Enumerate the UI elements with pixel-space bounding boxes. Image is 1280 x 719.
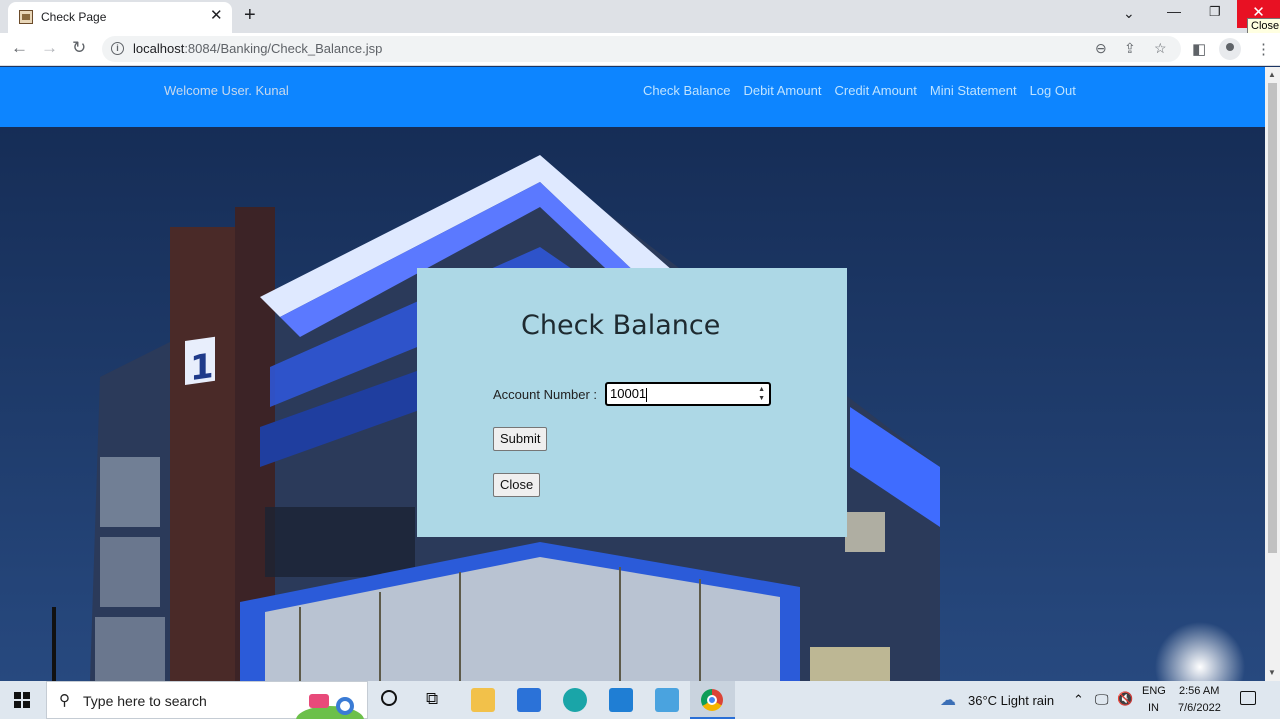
scroll-thumb[interactable] <box>1268 83 1277 553</box>
windows-taskbar: ⚲ Type here to search ⧉ ☁ 36°C Light rai… <box>0 681 1280 719</box>
search-placeholder: Type here to search <box>83 693 207 709</box>
zoom-icon[interactable]: ⊖ <box>1095 40 1107 57</box>
account-number-label: Account Number : <box>493 387 598 402</box>
nav-debit-amount-link[interactable]: Debit Amount <box>743 83 821 98</box>
profile-avatar-icon[interactable] <box>1219 38 1241 60</box>
svg-text:1: 1 <box>190 346 214 389</box>
edge-browser-icon[interactable] <box>563 688 587 712</box>
bookmark-star-icon[interactable]: ☆ <box>1154 40 1167 57</box>
browser-toolbar: ← → ↻ i localhost:8084/Banking/Check_Bal… <box>0 33 1280 66</box>
close-button[interactable]: Close <box>493 473 541 497</box>
forward-arrow-icon[interactable]: → <box>41 38 58 58</box>
account-number-input[interactable]: 10001 ▲ ▼ <box>605 382 771 406</box>
windows-start-icon[interactable] <box>14 692 30 708</box>
weather-text[interactable]: 36°C Light rain <box>968 693 1054 708</box>
virtualbox-icon[interactable] <box>655 688 679 712</box>
nav-log-out-link[interactable]: Log Out <box>1030 83 1076 98</box>
network-icon[interactable]: 🖵 <box>1095 691 1109 708</box>
tray-expand-chevron-icon[interactable]: ⌃ <box>1073 692 1084 708</box>
clock-time[interactable]: 2:56 AM <box>1179 685 1219 697</box>
nav-credit-amount-link[interactable]: Credit Amount <box>835 83 917 98</box>
chrome-icon-center <box>707 695 717 705</box>
restore-window-button[interactable]: ❐ <box>1209 4 1221 20</box>
microsoft-store-icon[interactable] <box>517 688 541 712</box>
address-bar[interactable]: i localhost:8084/Banking/Check_Balance.j… <box>102 36 1181 62</box>
url-text[interactable]: localhost:8084/Banking/Check_Balance.jsp <box>133 41 382 56</box>
card-title: Check Balance <box>521 310 721 341</box>
scroll-down-arrow-icon[interactable]: ▼ <box>1268 668 1276 677</box>
clock-date[interactable]: 7/6/2022 <box>1178 702 1221 714</box>
file-explorer-icon[interactable] <box>471 688 495 712</box>
tab-close-icon[interactable]: ✕ <box>210 8 223 24</box>
page-viewport: 1 Welcome User. Kunal Check Balance Debi… <box>0 67 1265 681</box>
browser-tab[interactable]: Check Page ✕ <box>8 2 232 33</box>
tab-title: Check Page <box>41 10 107 24</box>
site-info-icon[interactable]: i <box>111 42 124 55</box>
close-tooltip: Close <box>1247 18 1280 34</box>
menu-kebab-icon[interactable]: ⋮ <box>1256 40 1271 58</box>
tab-search-chevron-icon[interactable]: ⌄ <box>1123 5 1135 22</box>
browser-tab-bar: Check Page ✕ + ⌄ — ❐ ✕ Close <box>0 0 1280 34</box>
check-balance-card: Check Balance Account Number : 10001 ▲ ▼ … <box>417 268 847 537</box>
new-tab-button[interactable]: + <box>244 4 256 27</box>
number-spinner[interactable]: ▲ ▼ <box>758 385 765 403</box>
submit-button[interactable]: Submit <box>493 427 548 451</box>
side-panel-icon[interactable]: ◧ <box>1192 40 1206 58</box>
text-caret <box>646 387 648 402</box>
taskbar-search-box[interactable]: ⚲ Type here to search <box>46 681 368 719</box>
minimize-window-button[interactable]: — <box>1167 3 1181 19</box>
mail-icon[interactable] <box>609 688 633 712</box>
nav-links: Check Balance Debit Amount Credit Amount… <box>643 83 1076 98</box>
account-number-value: 10001 <box>610 386 647 401</box>
nav-mini-statement-link[interactable]: Mini Statement <box>930 83 1017 98</box>
task-view-icon[interactable]: ⧉ <box>426 689 438 709</box>
notification-center-icon[interactable] <box>1240 691 1256 705</box>
back-arrow-icon[interactable]: ← <box>11 38 28 58</box>
language-bottom[interactable]: IN <box>1148 702 1159 714</box>
language-top[interactable]: ENG <box>1142 685 1166 697</box>
page-favicon-icon <box>19 10 33 24</box>
search-highlight-icon <box>296 694 364 719</box>
share-icon[interactable]: ⇪ <box>1124 40 1136 57</box>
reload-icon[interactable]: ↻ <box>72 38 86 58</box>
nav-check-balance-link[interactable]: Check Balance <box>643 83 730 98</box>
weather-cloud-icon: ☁ <box>940 692 956 709</box>
scroll-up-arrow-icon[interactable]: ▲ <box>1268 70 1276 79</box>
volume-muted-icon[interactable]: 🔇 <box>1117 691 1133 707</box>
page-scrollbar[interactable]: ▲ ▼ <box>1265 67 1280 681</box>
search-icon: ⚲ <box>59 692 70 709</box>
top-navbar: Welcome User. Kunal Check Balance Debit … <box>0 67 1265 127</box>
welcome-text: Welcome User. Kunal <box>164 83 289 98</box>
chrome-taskbar-button[interactable] <box>690 681 735 719</box>
cortana-icon[interactable] <box>381 690 397 706</box>
